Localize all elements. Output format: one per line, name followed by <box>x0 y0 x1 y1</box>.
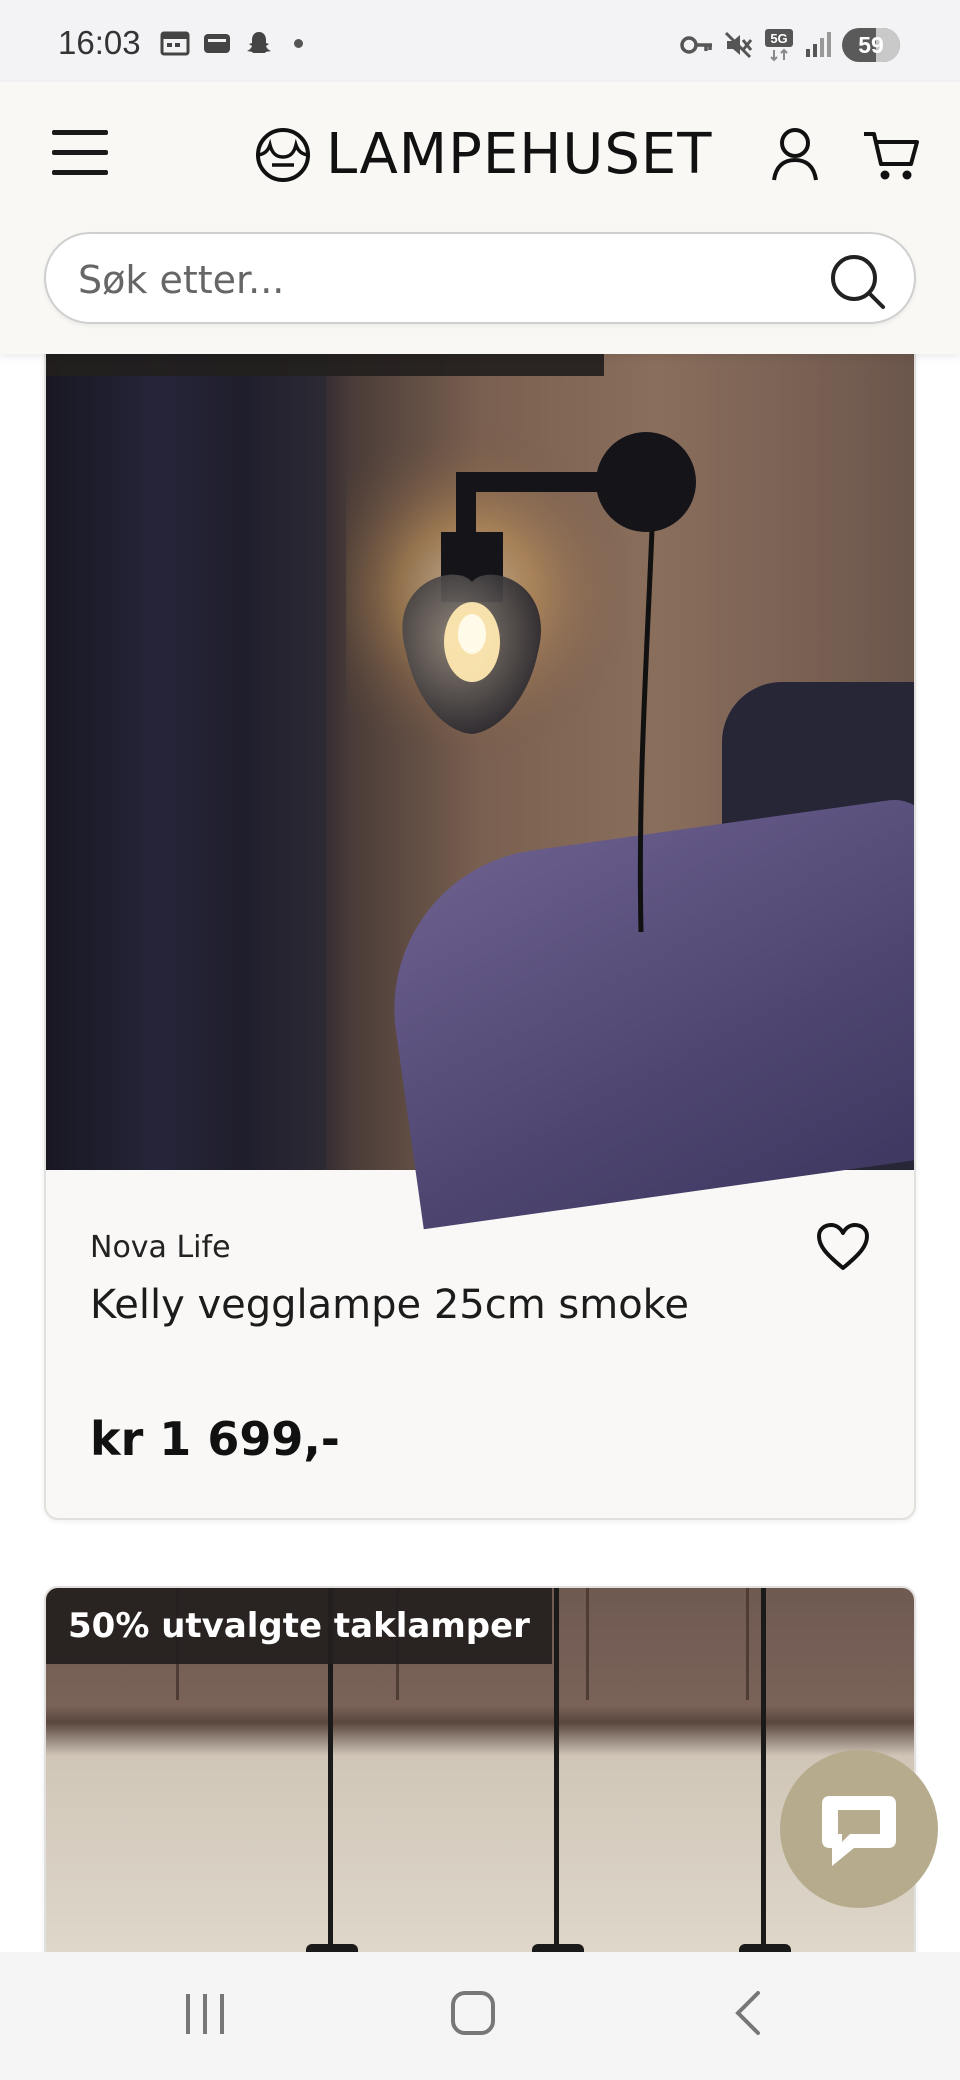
logo-text: LAMPEHUSET <box>326 122 713 187</box>
product-price: kr 1 699,- <box>90 1412 340 1466</box>
status-bar: 16:03 5G 59 <box>0 0 960 82</box>
product-card[interactable]: 50% utvalgte taklamper <box>44 1586 916 2006</box>
product-brand: Nova Life <box>90 1230 231 1265</box>
cabinet-decor <box>746 1588 749 1700</box>
back-icon[interactable] <box>726 1990 772 2036</box>
product-title[interactable]: Kelly vegglampe 25cm smoke <box>90 1282 689 1328</box>
product-image[interactable] <box>46 332 914 1230</box>
search-icon[interactable] <box>828 252 886 310</box>
status-time: 16:03 <box>58 24 141 61</box>
heart-icon[interactable] <box>816 1222 870 1272</box>
search-bar[interactable]: Søk etter... <box>44 232 916 324</box>
site-header: LAMPEHUSET Søk etter... <box>0 82 960 354</box>
search-input[interactable]: Søk etter... <box>78 258 284 302</box>
account-icon[interactable] <box>770 126 820 182</box>
recent-apps-icon[interactable] <box>182 1990 228 2036</box>
battery-indicator: 59 <box>842 28 900 62</box>
curtain-decor <box>46 332 326 1170</box>
product-card[interactable]: Nova Life Kelly vegglampe 25cm smoke kr … <box>44 330 916 1520</box>
snapchat-icon <box>247 32 271 53</box>
5g-icon: 5G <box>765 29 793 62</box>
menu-icon[interactable] <box>52 130 108 176</box>
vpn-key-icon <box>680 36 712 54</box>
system-icons: 5G 59 <box>680 28 900 62</box>
chat-button[interactable] <box>780 1750 938 1908</box>
pendant-cord <box>761 1588 766 1948</box>
pendant-cord <box>554 1588 559 1948</box>
svg-text:5G: 5G <box>770 31 787 46</box>
wallet-icon <box>204 34 230 53</box>
promo-badge: 50% utvalgte taklamper <box>46 1588 552 1664</box>
calendar-icon <box>160 31 190 56</box>
home-icon[interactable] <box>450 1990 496 2036</box>
site-logo[interactable]: LAMPEHUSET <box>250 122 713 187</box>
notification-icons <box>160 30 303 56</box>
chat-icon <box>822 1796 896 1866</box>
cabinet-decor <box>586 1588 589 1700</box>
cart-icon[interactable] <box>862 128 920 184</box>
mute-icon <box>724 31 753 59</box>
wall-lamp-illustration <box>346 422 696 933</box>
signal-icon <box>806 32 831 57</box>
logo-bulb-icon <box>255 127 311 182</box>
dot-icon <box>294 38 303 48</box>
system-nav-bar <box>0 1952 960 2080</box>
